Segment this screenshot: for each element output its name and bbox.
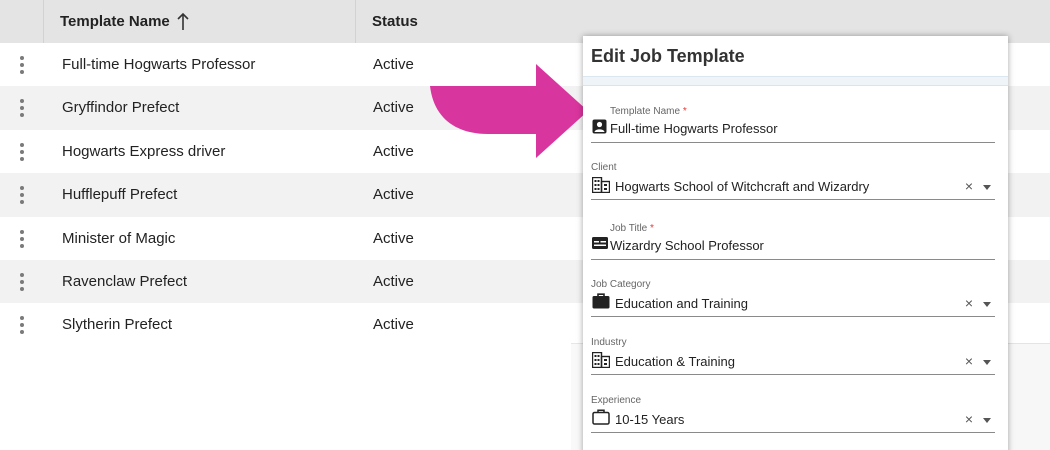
row-template-name: Ravenclaw Prefect [62,272,188,290]
edit-job-template-dialog: Edit Job Template Template Name * Full-t… [583,36,1008,450]
row-status: Active [373,99,414,117]
row-template-name: Hogwarts Express driver [62,142,226,160]
row-template-name: Minister of Magic [62,229,176,247]
row-template-name: Slytherin Prefect [62,316,173,334]
row-status: Active [373,316,414,334]
industry-label: Industry [591,337,627,348]
header-status[interactable]: Status [372,0,418,43]
briefcase-outline-icon [592,409,610,425]
dialog-divider [583,76,1008,86]
callout-arrow-icon [430,64,588,158]
page: Template Name Status Full-time Hogwarts … [0,0,1050,450]
row-status: Active [373,56,414,73]
row-menu-icon[interactable] [15,228,29,250]
industry-clear-icon[interactable]: × [965,353,973,369]
industry-chevron-down-icon[interactable] [983,360,991,365]
row-menu-icon[interactable] [15,184,29,206]
job-title-input[interactable]: Wizardry School Professor [610,238,764,253]
experience-label: Experience [591,395,642,406]
template-name-label: Template Name * [610,106,687,117]
row-menu-icon[interactable] [15,97,29,119]
experience-select[interactable]: 10-15 Years [615,412,684,427]
row-template-name: Hufflepuff Prefect [62,186,178,204]
experience-chevron-down-icon[interactable] [983,418,991,423]
header-template-name[interactable]: Template Name [60,0,170,43]
job-title-label: Job Title * [610,223,654,234]
background-panel [571,343,583,450]
client-field[interactable]: Client Hogwarts School of Witchcraft and… [591,162,995,210]
building-icon [592,177,610,193]
job-category-select[interactable]: Education and Training [615,296,748,311]
background-panel [1008,343,1050,450]
row-status: Active [373,229,414,247]
industry-field[interactable]: Industry Education & Training × [591,337,995,385]
input-underline [591,142,995,143]
row-menu-icon[interactable] [15,314,29,336]
input-underline [591,374,995,375]
input-underline [591,316,995,317]
job-category-chevron-down-icon[interactable] [983,302,991,307]
row-menu-icon[interactable] [15,141,29,163]
client-chevron-down-icon[interactable] [983,185,991,190]
row-status: Active [373,142,414,160]
job-category-field[interactable]: Job Category Education and Training × [591,279,995,327]
job-title-field[interactable]: Job Title * Wizardry School Professor [591,223,995,271]
client-select[interactable]: Hogwarts School of Witchcraft and Wizard… [615,179,869,194]
row-template-name: Gryffindor Prefect [62,99,180,117]
template-name-input[interactable]: Full-time Hogwarts Professor [610,121,778,136]
input-underline [591,432,995,433]
row-status: Active [373,272,414,290]
client-label: Client [591,162,617,173]
row-menu-icon[interactable] [15,271,29,293]
briefcase-icon [592,293,610,309]
row-menu-icon[interactable] [15,54,29,76]
person-badge-icon [592,119,607,134]
template-name-field[interactable]: Template Name * Full-time Hogwarts Profe… [591,106,995,154]
industry-select[interactable]: Education & Training [615,354,735,369]
column-separator [43,0,44,43]
experience-clear-icon[interactable]: × [965,411,973,427]
experience-field[interactable]: Experience 10-15 Years × [591,395,995,443]
job-category-label: Job Category [591,279,651,290]
column-separator [355,0,356,43]
row-template-name: Full-time Hogwarts Professor [62,56,256,73]
client-clear-icon[interactable]: × [965,178,973,194]
row-status: Active [373,186,414,204]
job-category-clear-icon[interactable]: × [965,295,973,311]
building-icon [592,352,610,368]
input-underline [591,259,995,260]
sort-ascending-icon[interactable] [176,12,190,32]
input-underline [591,199,995,200]
id-card-icon [592,237,608,249]
dialog-title: Edit Job Template [591,46,745,66]
